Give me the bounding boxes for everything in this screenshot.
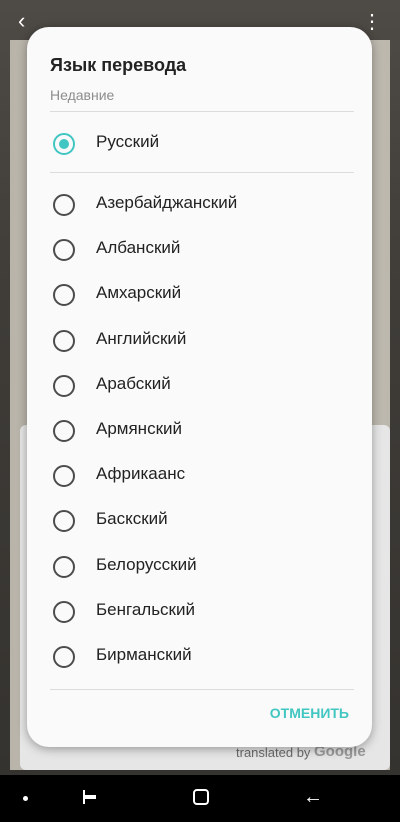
radio-unselected-icon[interactable] xyxy=(53,465,75,488)
radio-unselected-icon[interactable] xyxy=(53,600,75,623)
translation-language-dialog: Язык перевода Недавние Русский Азербайдж… xyxy=(27,27,372,747)
back-arrow-icon[interactable]: ‹ xyxy=(18,10,40,32)
language-label: Албанский xyxy=(96,238,181,258)
language-label: Африкаанс xyxy=(96,464,186,484)
language-option[interactable]: Амхарский xyxy=(27,272,372,317)
radio-unselected-icon[interactable] xyxy=(53,646,75,668)
nav-dot-icon[interactable] xyxy=(23,796,28,801)
language-option[interactable]: Бенгальский xyxy=(27,589,372,634)
nav-back-icon[interactable]: ← xyxy=(303,787,323,807)
language-label: Бирманский xyxy=(96,645,192,664)
language-option[interactable]: Бирманский xyxy=(27,634,372,679)
divider xyxy=(50,111,354,112)
recent-header: Недавние xyxy=(50,87,115,103)
language-label: Белорусский xyxy=(96,554,197,574)
divider xyxy=(50,172,354,173)
language-label: Армянский xyxy=(96,419,183,438)
radio-unselected-icon[interactable] xyxy=(53,194,75,216)
dialog-title: Язык перевода xyxy=(50,55,187,75)
language-label: Баскский xyxy=(96,509,168,529)
radio-unselected-icon[interactable] xyxy=(53,420,75,442)
language-label: Арабский xyxy=(96,373,171,393)
language-label: Русский xyxy=(96,132,160,151)
navigation-bar: ← xyxy=(0,775,400,822)
language-label: Бенгальский xyxy=(96,599,195,619)
language-option[interactable]: Арабский xyxy=(27,363,372,408)
home-icon[interactable] xyxy=(193,789,209,805)
cancel-button[interactable]: ОТМЕНИТЬ xyxy=(270,705,349,721)
language-option[interactable]: Английский xyxy=(27,318,372,363)
more-vert-icon[interactable]: ⋮ xyxy=(362,12,382,32)
radio-unselected-icon[interactable] xyxy=(53,239,75,262)
language-option[interactable]: Албанский xyxy=(27,227,372,272)
recent-apps-icon[interactable] xyxy=(82,788,98,806)
divider xyxy=(50,689,354,690)
language-label: Английский xyxy=(96,328,187,348)
language-option[interactable]: Армянский xyxy=(27,408,372,453)
radio-unselected-icon[interactable] xyxy=(53,374,75,397)
language-option[interactable]: Белорусский xyxy=(27,544,372,589)
radio-unselected-icon[interactable] xyxy=(53,510,75,533)
translated-by-label: translated by xyxy=(236,745,311,760)
radio-unselected-icon[interactable] xyxy=(53,284,75,307)
language-label: Азербайджанский xyxy=(96,193,238,212)
radio-selected-icon[interactable] xyxy=(53,133,75,155)
language-option[interactable]: Баскский xyxy=(27,498,372,543)
language-option[interactable]: Азербайджанский xyxy=(27,182,372,227)
language-option-recent[interactable]: Русский xyxy=(27,121,372,166)
language-label: Амхарский xyxy=(96,283,182,303)
radio-unselected-icon[interactable] xyxy=(53,555,75,578)
language-option[interactable]: Африкаанс xyxy=(27,453,372,498)
radio-unselected-icon[interactable] xyxy=(53,329,75,352)
